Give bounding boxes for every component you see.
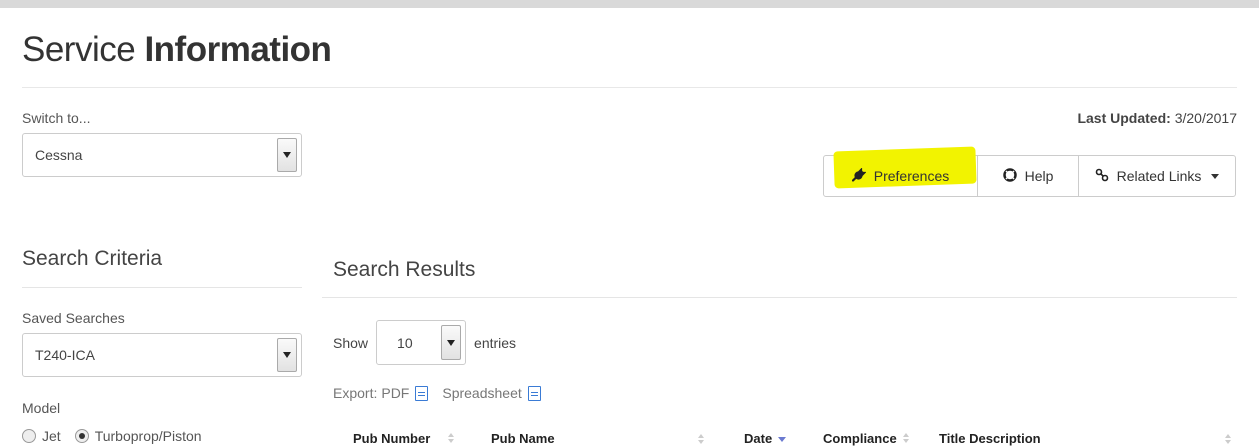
entries-select-value: 10: [397, 334, 413, 351]
pdf-file-icon[interactable]: [415, 385, 429, 401]
help-button[interactable]: Help: [978, 156, 1079, 196]
spreadsheet-file-icon[interactable]: [527, 385, 541, 401]
related-links-dropdown[interactable]: Related Links: [1079, 156, 1235, 196]
column-header-pub-name[interactable]: Pub Name: [491, 431, 555, 446]
radio-turboprop[interactable]: [74, 429, 89, 443]
lifebuoy-icon: [1002, 167, 1017, 185]
column-header-pub-number[interactable]: Pub Number: [353, 431, 455, 446]
column-header-label: Compliance: [823, 431, 897, 446]
column-header-title-description[interactable]: Title Description: [939, 431, 1041, 446]
entries-label: entries: [474, 334, 517, 351]
column-header-label: Date: [744, 431, 773, 446]
switch-to-label: Switch to...: [22, 110, 91, 126]
column-header-date[interactable]: Date: [744, 431, 787, 446]
sort-icon: [1225, 434, 1232, 445]
criteria-divider: [22, 287, 302, 288]
link-icon: [1095, 168, 1109, 185]
saved-searches-value: T240-ICA: [35, 347, 95, 363]
caret-down-icon: [1211, 173, 1220, 179]
last-updated-label: Last Updated:: [1077, 110, 1171, 126]
radio-jet-label: Jet: [42, 428, 61, 444]
radio-turboprop-label: Turboprop/Piston: [94, 428, 202, 444]
related-links-label: Related Links: [1116, 168, 1202, 184]
saved-searches-label: Saved Searches: [22, 310, 125, 326]
preferences-label: Preferences: [873, 168, 950, 184]
saved-searches-select[interactable]: T240-ICA: [22, 333, 302, 377]
brand-select-value: Cessna: [35, 147, 83, 163]
help-label: Help: [1024, 168, 1054, 184]
toolbar-button-group: Preferences Help Related Links: [823, 146, 1236, 197]
last-updated-value: 3/20/2017: [1174, 110, 1237, 126]
wrench-icon: [851, 166, 867, 185]
export-pdf-link[interactable]: PDF: [381, 385, 409, 401]
show-label: Show: [333, 334, 369, 351]
last-updated: Last Updated: 3/20/2017: [1077, 110, 1237, 126]
search-results-title: Search Results: [333, 258, 476, 281]
column-header-label: Pub Name: [491, 431, 555, 446]
column-header-label: Pub Number: [353, 431, 431, 446]
brand-select[interactable]: Cessna: [22, 133, 302, 177]
entries-length-control: Show 10 entries: [333, 320, 516, 365]
model-label: Model: [22, 400, 61, 416]
radio-jet[interactable]: [22, 429, 36, 443]
sort-descending-icon: [778, 433, 787, 444]
title-divider: [22, 87, 1237, 88]
export-spreadsheet-link[interactable]: Spreadsheet: [442, 385, 521, 401]
page-title-light: Service: [22, 30, 136, 69]
sort-icon: [698, 434, 705, 445]
column-header-label: Title Description: [939, 431, 1041, 446]
chevron-down-icon: [441, 325, 462, 360]
preferences-button[interactable]: Preferences: [824, 146, 978, 196]
entries-select[interactable]: 10: [376, 320, 467, 365]
column-header-compliance[interactable]: Compliance: [823, 431, 910, 446]
export-links: Export: PDF Spreadsheet: [333, 385, 551, 401]
chevron-down-icon: [277, 138, 297, 172]
page-title-bold: Information: [144, 30, 332, 69]
sort-icon: [448, 433, 455, 444]
chevron-down-icon: [277, 338, 297, 372]
export-label: Export:: [333, 385, 378, 401]
top-border: [0, 0, 1259, 8]
model-radio-group: Jet Turboprop/Piston: [22, 428, 202, 444]
sort-icon: [902, 433, 910, 444]
results-divider: [322, 297, 1237, 298]
page-title: Service Information: [22, 30, 332, 70]
search-criteria-title: Search Criteria: [22, 247, 163, 270]
